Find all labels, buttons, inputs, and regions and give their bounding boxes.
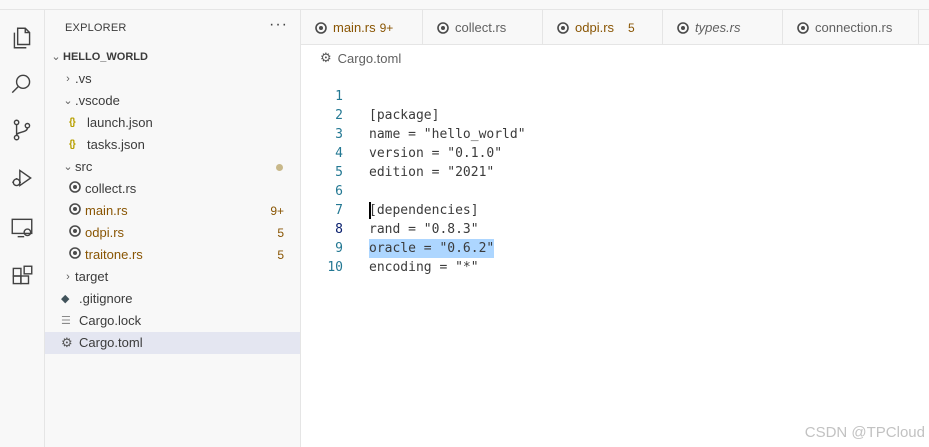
code-line: 6 [dependencies]	[335, 184, 479, 218]
tree-file-odpi-rs[interactable]: odpi.rs 5	[45, 222, 300, 244]
tree-file-traitone-rs[interactable]: traitone.rs 5	[45, 244, 300, 266]
code-editor[interactable]: 1 [package] 2 name = "hello_world" 3 ver…	[301, 68, 929, 447]
chevron-down-icon: ⌄	[63, 161, 73, 173]
source-control-icon[interactable]	[6, 114, 38, 146]
tab-types-rs[interactable]: types.rs	[663, 10, 783, 45]
run-debug-icon[interactable]	[6, 162, 38, 194]
text-cursor	[369, 202, 371, 219]
chevron-right-icon: ›	[66, 271, 70, 283]
modified-dot-icon	[276, 164, 283, 171]
watermark: CSDN @TPCloud	[804, 424, 925, 441]
gear-icon: ⚙	[61, 335, 73, 350]
tree-folder-vscode[interactable]: ⌄ .vscode	[45, 90, 300, 112]
tree-folder-target[interactable]: › target	[45, 266, 300, 288]
extensions-icon[interactable]	[6, 260, 38, 292]
explorer-files-icon[interactable]	[6, 22, 38, 54]
search-icon[interactable]	[6, 68, 38, 100]
activity-bar	[0, 10, 45, 447]
rust-file-icon	[557, 21, 569, 34]
tree-file-cargo-lock[interactable]: ☰ Cargo.lock	[45, 310, 300, 332]
json-file-icon: {}	[69, 139, 76, 150]
code-line: 4 edition = "2021"	[335, 146, 495, 180]
tab-problem-badge: 9+	[379, 20, 394, 35]
problem-count-badge: 5	[277, 226, 284, 240]
remote-explorer-icon[interactable]	[6, 212, 38, 244]
gear-icon: ⚙	[320, 50, 332, 65]
code-line: 5	[335, 165, 343, 180]
breadcrumb[interactable]: ⚙ Cargo.toml	[320, 48, 401, 68]
explorer-title: EXPLORER	[65, 22, 127, 34]
rust-file-icon	[69, 178, 85, 200]
git-file-icon: ◆	[61, 293, 70, 305]
problem-count-badge: 9+	[270, 204, 284, 218]
tree-file-gitignore[interactable]: ◆ .gitignore	[45, 288, 300, 310]
rust-file-icon	[69, 200, 85, 222]
tree-file-tasks-json[interactable]: {} tasks.json	[45, 134, 300, 156]
rust-file-icon	[69, 222, 85, 244]
rust-file-icon	[677, 21, 689, 34]
editor-tab-bar: main.rs 9+ collect.rs odpi.rs 5 types.rs…	[301, 10, 929, 45]
code-line: 7 rand = "0.8.3"	[335, 203, 479, 237]
tree-file-collect-rs[interactable]: collect.rs	[45, 178, 300, 200]
rust-file-icon	[315, 21, 327, 34]
code-line: 3 version = "0.1.0"	[335, 127, 503, 161]
chevron-down-icon: ⌄	[63, 95, 73, 107]
chevron-down-icon: ⌄	[51, 51, 61, 63]
tree-folder-src[interactable]: ⌄ src	[45, 156, 300, 178]
tab-problem-badge: 5	[628, 20, 635, 35]
code-line: 2 name = "hello_world"	[335, 108, 526, 142]
tree-file-launch-json[interactable]: {} launch.json	[45, 112, 300, 134]
more-actions-icon[interactable]: ···	[269, 16, 288, 34]
title-bar-strip	[0, 0, 929, 10]
json-file-icon: {}	[69, 117, 76, 128]
code-line: 9 encoding = "*"	[335, 241, 479, 275]
code-line: 1 [package]	[335, 89, 440, 123]
tree-file-cargo-toml[interactable]: ⚙ Cargo.toml	[45, 332, 300, 354]
tree-file-main-rs[interactable]: main.rs 9+	[45, 200, 300, 222]
rust-file-icon	[69, 244, 85, 266]
problem-count-badge: 5	[277, 248, 284, 262]
tab-main-rs[interactable]: main.rs 9+	[301, 10, 423, 45]
chevron-right-icon: ›	[66, 73, 70, 85]
tree-folder-vs[interactable]: › .vs	[45, 68, 300, 90]
code-line-active: 8 oracle = "0.6.2"	[301, 201, 929, 258]
rust-file-icon	[797, 21, 809, 34]
tab-collect-rs[interactable]: collect.rs	[423, 10, 543, 45]
tab-connection-rs[interactable]: connection.rs	[783, 10, 919, 45]
tab-odpi-rs[interactable]: odpi.rs 5	[543, 10, 663, 45]
explorer-sidebar: EXPLORER ··· ⌄ HELLO_WORLD › .vs ⌄ .vsco…	[45, 10, 301, 447]
lines-file-icon: ☰	[61, 315, 71, 327]
explorer-root-folder[interactable]: ⌄ HELLO_WORLD	[45, 46, 300, 68]
rust-file-icon	[437, 21, 449, 34]
code-line: 10	[327, 260, 343, 275]
